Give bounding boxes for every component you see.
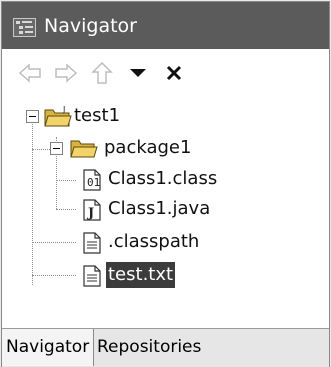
view-title-bar[interactable]: Navigator: [2, 2, 329, 49]
tree-item-test1[interactable]: J test1: [2, 104, 202, 128]
package-name: package1: [104, 137, 192, 158]
navigator-view: Navigator J test1 package1 01 Class1.cla…: [1, 1, 330, 367]
java-project-folder-icon: J: [44, 105, 72, 127]
navigator-view-icon: [13, 18, 36, 37]
forward-arrow-icon[interactable]: [53, 61, 79, 85]
class-file-name: Class1.class: [108, 168, 218, 189]
collapse-toggle-icon[interactable]: [26, 110, 39, 123]
view-toolbar: [2, 49, 329, 94]
resource-tree: J test1 package1 01 Class1.class J Class…: [2, 94, 329, 328]
svg-text:J: J: [62, 105, 65, 114]
tree-item-class1-java[interactable]: J Class1.java: [2, 198, 282, 222]
svg-text:01: 01: [87, 176, 100, 189]
view-title: Navigator: [44, 15, 137, 37]
class-file-icon: 01: [83, 169, 101, 191]
project-name: test1: [74, 105, 121, 126]
back-arrow-icon[interactable]: [17, 61, 43, 85]
tree-item-test-txt[interactable]: test.txt: [2, 262, 242, 288]
java-file-icon: J: [83, 199, 101, 221]
java-file-name: Class1.java: [108, 198, 211, 219]
tree-item-class1-class[interactable]: 01 Class1.class: [2, 168, 282, 192]
tab-navigator[interactable]: Navigator: [2, 329, 95, 366]
close-icon[interactable]: [161, 61, 187, 85]
classpath-file-name: .classpath: [108, 231, 200, 252]
tree-item-classpath[interactable]: .classpath: [2, 231, 242, 255]
tree-item-package1[interactable]: package1: [2, 136, 222, 160]
collapse-toggle-icon[interactable]: [50, 142, 63, 155]
up-arrow-icon[interactable]: [89, 61, 115, 85]
view-menu-triangle-icon[interactable]: [125, 61, 151, 85]
tab-repositories[interactable]: Repositories: [93, 329, 205, 366]
text-file-icon: [83, 232, 101, 254]
package-folder-icon: [70, 140, 98, 158]
view-tab-bar: Navigator Repositories: [2, 328, 329, 367]
text-file-name-selected: test.txt: [106, 262, 176, 288]
text-file-icon: [83, 265, 101, 287]
svg-text:J: J: [87, 206, 94, 221]
